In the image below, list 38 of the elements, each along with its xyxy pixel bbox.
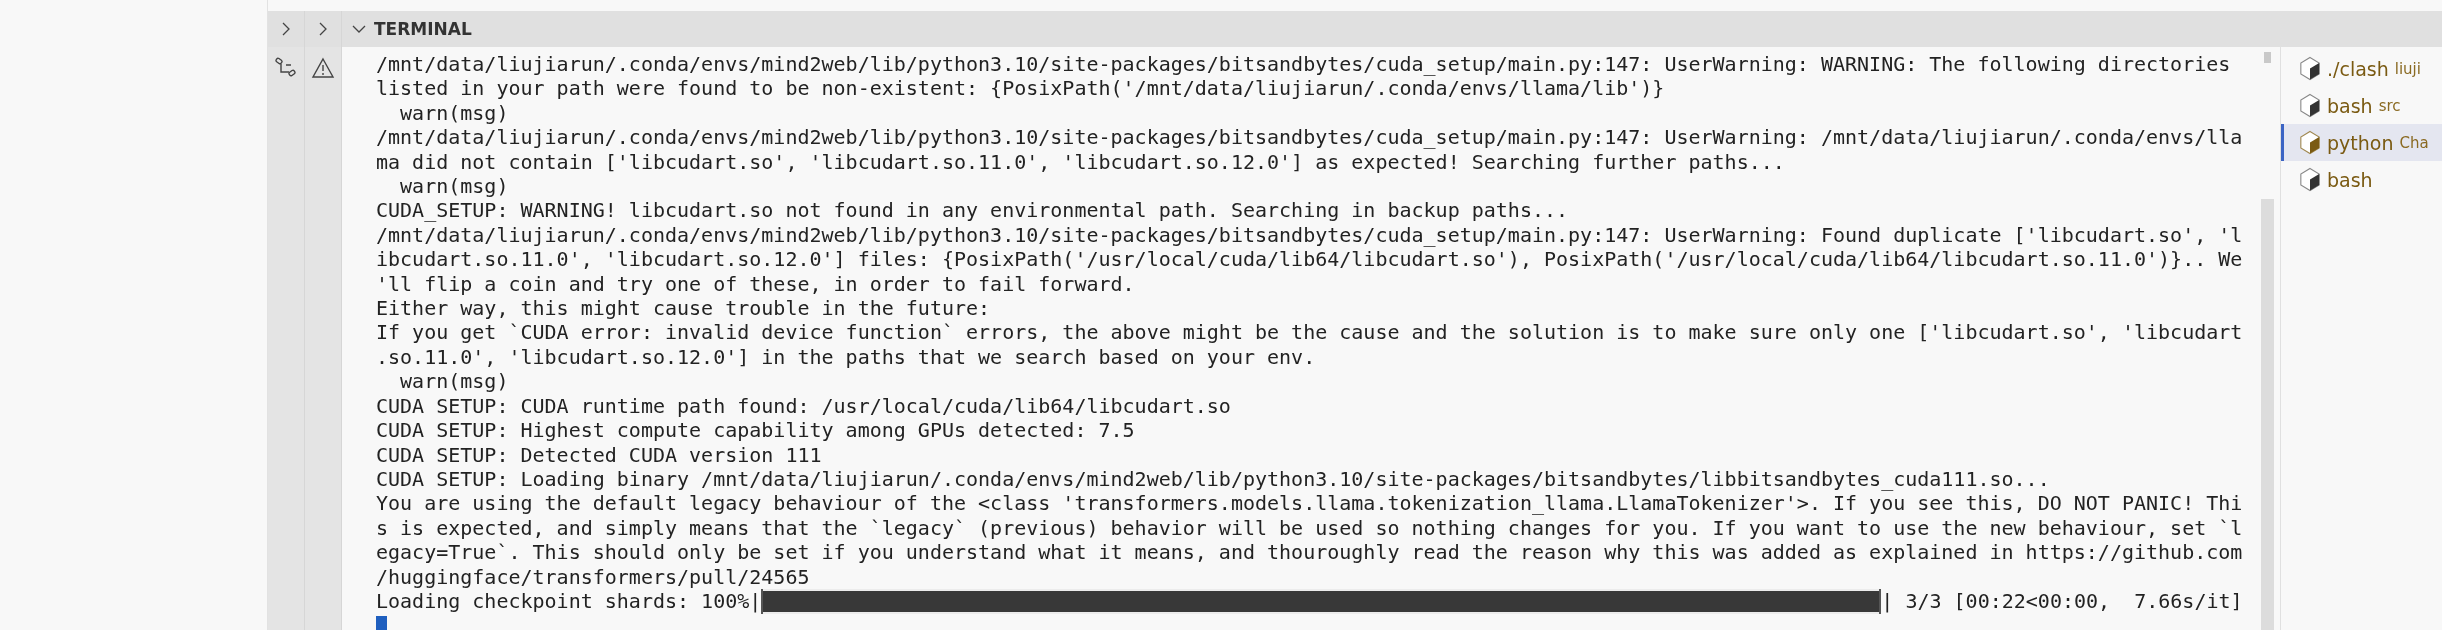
terminal-line: If you get `CUDA error: invalid device function` errors, the above might be the cause and the solution is to make sure only one ['libcudart.so', 'libcudart [376,320,2243,345]
terminal-icon [2299,93,2321,118]
terminal-icon [2299,130,2321,155]
terminal-list-item[interactable]: bash [2281,161,2442,198]
terminal-line: warn(msg) [399,369,509,394]
chevron-right-icon[interactable] [317,22,329,36]
warning-icon[interactable] [311,56,335,80]
terminal-line: CUDA_SETUP: WARNING! libcudart.so not found in any environmental path. Searching in backup paths... [376,198,1569,223]
terminal-icon [2299,56,2321,81]
terminal-icon [2299,167,2321,192]
terminal-line: CUDA SETUP: Loading binary /mnt/data/liujiarun/.conda/envs/mind2web/lib/python3.10/site-packages/bitsandbytes/libbitsandbytes_cuda111.so... [376,466,2050,492]
terminal-line: You are using the default legacy behaviour of the <class 'transformers.models.llama.tokenization_llama.LlamaTokenizer'>. If you see this, DO NOT PANIC! Thi [376,491,2243,516]
terminal-line: warn(msg) [399,174,509,199]
terminal-list-item[interactable]: python Cha [2281,124,2442,161]
terminal-line: egacy=True`. This should only be set if you understand what it means, and thouroughly read the reason why this was added as explained in https://github.com [376,540,2243,565]
terminal-line: /huggingface/transformers/pull/24565 [376,564,810,589]
terminal-line: ma did not contain ['libcudart.so', 'libcudart.so.11.0', 'libcudart.so.12.0'] as expected! Searching further paths... [376,149,1785,175]
panel-title[interactable]: TERMINAL [374,19,472,39]
terminal-list-item[interactable]: bash src [2281,87,2442,124]
scrollbar-thumb[interactable] [2261,199,2274,630]
terminal-line: /mnt/data/liujiarun/.conda/envs/mind2web/lib/python3.10/site-packages/bitsandbytes/cuda_setup/main.py:147: UserWarning: /mnt/data/liujiarun/.conda/envs/lla [376,125,2243,150]
terminal-list-item[interactable]: ./clash liuji [2281,50,2442,87]
terminal-line: /mnt/data/liujiarun/.conda/envs/mind2web/lib/python3.10/site-packages/bitsandbytes/cuda_setup/main.py:147: UserWarning: WARNING: The following directories [376,52,2231,77]
terminal-line: s is expected, and simply means that the `legacy` (previous) behavior will be used so nothing changes for you. If you want to use the new behaviour, set `l [376,515,2243,541]
terminal-line: CUDA SETUP: Detected CUDA version 111 [376,442,822,467]
terminal-line: warn(msg) [399,100,509,126]
terminal-line: .so.11.0', 'libcudart.so.12.0'] in the paths that we search based on your env. [376,344,1316,370]
terminal-line: listed in your path were found to be non-existent: {PosixPath('/mnt/data/liujiarun/.conda/envs/llama/lib')} [376,76,1665,101]
terminal-line: 'll flip a coin and try one of these, in order to fail forward. [376,271,1135,297]
terminal-line: ibcudart.so.11.0', 'libcudart.so.12.0'] files: {PosixPath('/usr/local/cuda/lib64/libcudart.so'), PosixPath('/usr/local/cuda/lib64/libcudart.so.11.0')}.. We [376,247,2243,272]
terminal-line: CUDA SETUP: Highest compute capability among GPUs detected: 7.5 [376,418,1135,443]
scrollbar-marker [2264,52,2271,63]
chevron-right-icon[interactable] [280,22,292,36]
terminal-line: Either way, this might cause trouble in the future: [376,296,991,321]
terminal-line: /mnt/data/liujiarun/.conda/envs/mind2web/lib/python3.10/site-packages/bitsandbytes/cuda_setup/main.py:147: UserWarning: Found duplicate ['libcudart.so', 'l [376,222,2243,248]
terminal-line: | 3/3 [00:22<00:00, 7.66s/it] [1881,589,2243,614]
terminal-line: Loading checkpoint shards: 100%| [376,589,762,614]
terminal-line: CUDA SETUP: CUDA runtime path found: /usr/local/cuda/lib64/libcudart.so [376,393,1231,419]
